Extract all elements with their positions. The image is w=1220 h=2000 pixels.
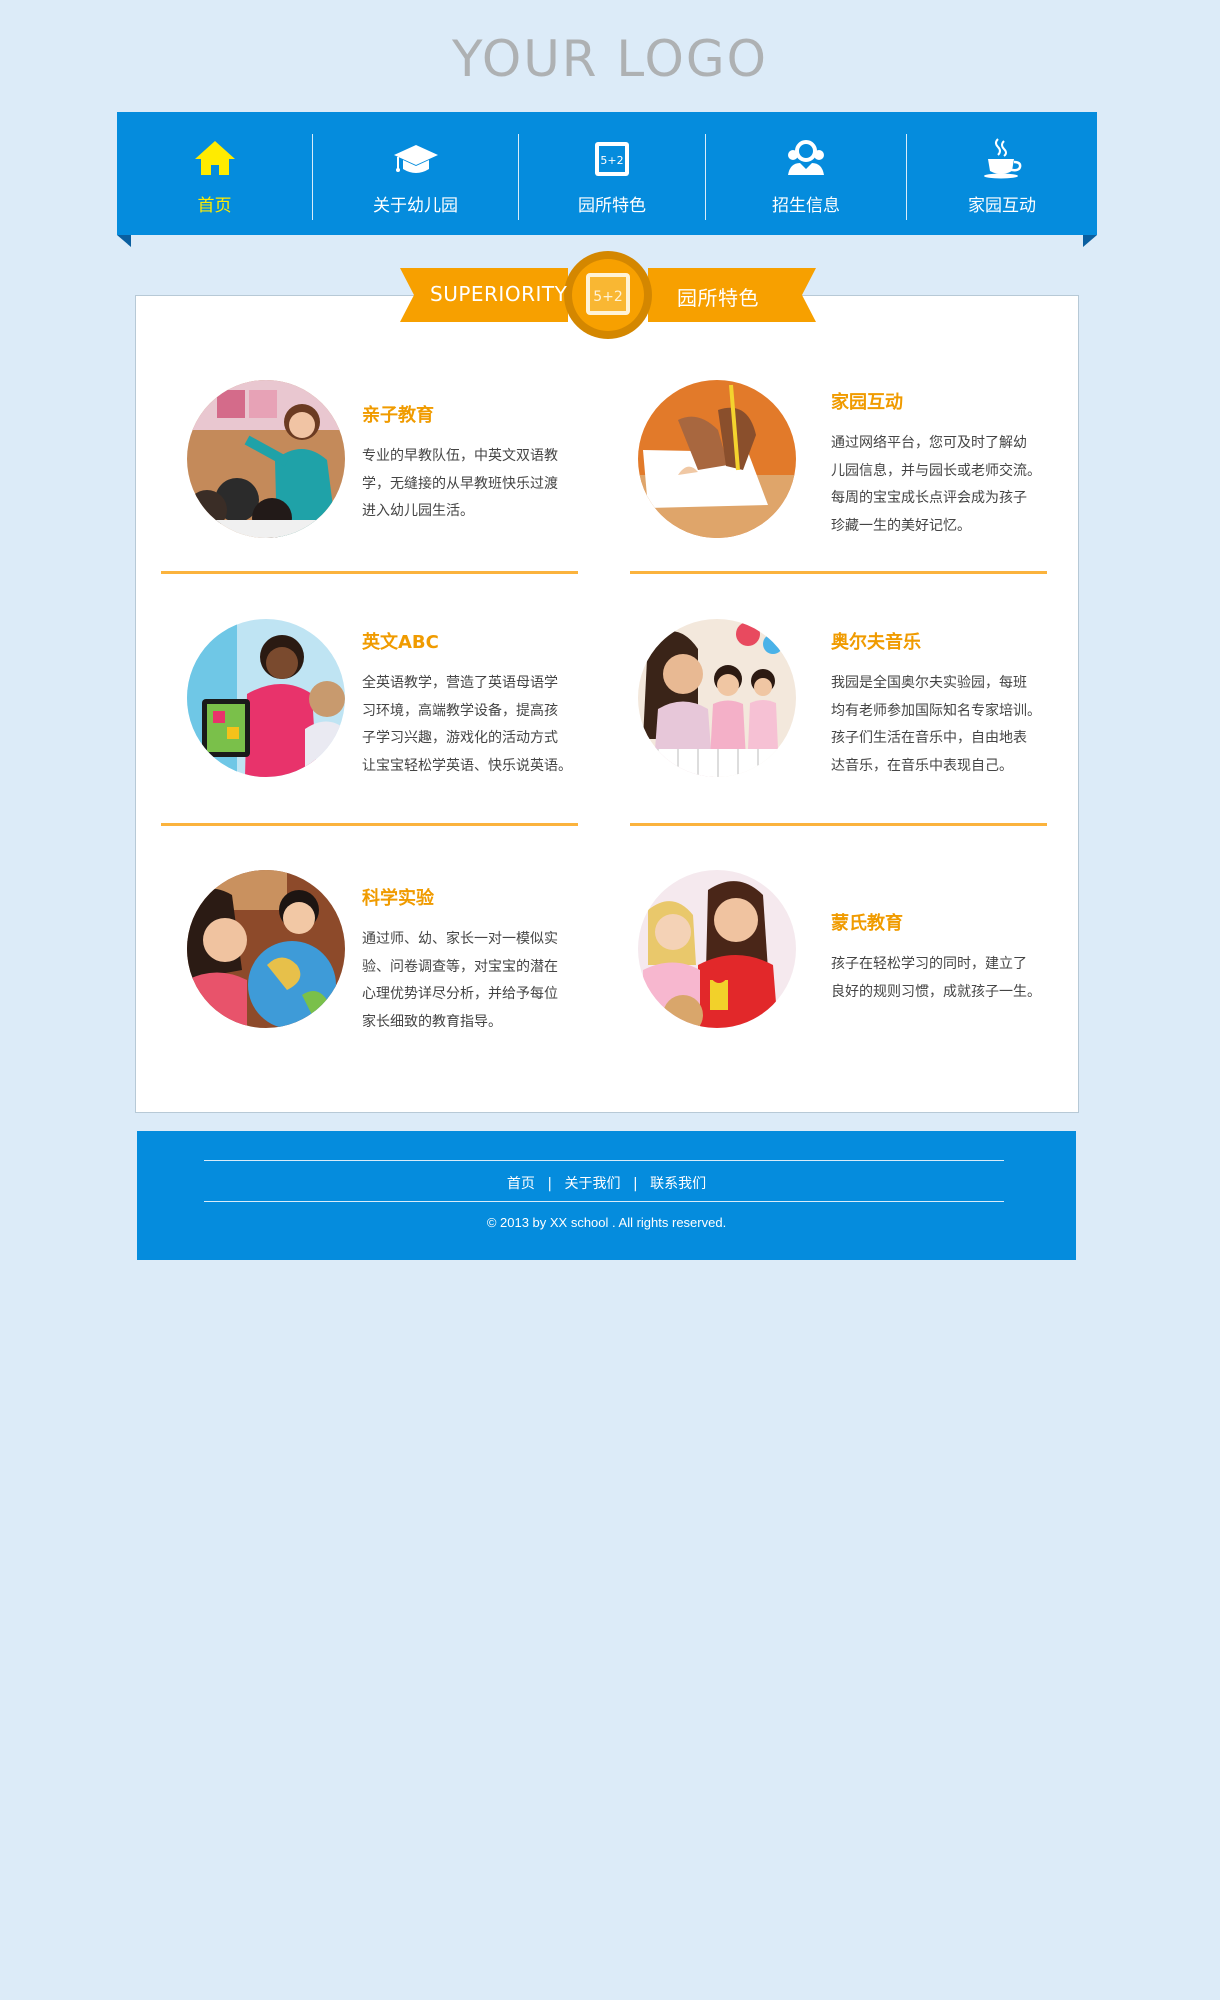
nav-fold-left bbox=[117, 235, 131, 247]
feature-description: 通过网络平台，您可及时了解幼 儿园信息，并与园长或老师交流。 每周的宝宝成长点评会成… bbox=[831, 435, 1041, 534]
feature-description: 通过师、幼、家长一对一模似实 验、问卷调查等，对宝宝的潜在 心理优势详尽分析，并给予… bbox=[362, 931, 558, 1030]
teacher-tablet-photo bbox=[187, 619, 345, 777]
chalkboard-icon: 5+2 bbox=[586, 273, 630, 315]
divider bbox=[630, 571, 1047, 574]
main-nav: 首页 关于幼儿园 5+2 园所特色 招生信息 家园互动 bbox=[117, 112, 1097, 235]
feature-title: 蒙氏教育 bbox=[831, 913, 903, 934]
feature-title: 英文ABC bbox=[362, 632, 439, 653]
teacher-girls-photo bbox=[638, 870, 796, 1028]
nav-item-home[interactable]: 首页 bbox=[117, 112, 312, 235]
section-title-cn: 园所特色 bbox=[677, 286, 759, 310]
divider bbox=[161, 571, 578, 574]
feature-description: 专业的早教队伍，中英文双语教 学，无缝接的从早教班快乐过渡 进入幼儿园生活。 bbox=[362, 448, 558, 519]
footer-link-home[interactable]: 首页 bbox=[507, 1176, 535, 1192]
feature-title: 科学实验 bbox=[362, 888, 434, 909]
feature-description: 全英语教学，营造了英语母语学 习环境，高端教学设备，提高孩 子学习兴趣，游戏化的活动… bbox=[362, 675, 572, 774]
nav-label-about: 关于幼儿园 bbox=[373, 196, 458, 216]
footer-link-about[interactable]: 关于我们 bbox=[565, 1176, 621, 1192]
nav-fold-right bbox=[1083, 235, 1097, 247]
feature-title: 奥尔夫音乐 bbox=[831, 632, 921, 653]
svg-text:5+2: 5+2 bbox=[600, 154, 623, 167]
footer-separator: | bbox=[632, 1176, 638, 1192]
section-title-en: SUPERIORITY bbox=[430, 282, 568, 306]
divider bbox=[161, 823, 578, 826]
site-footer: 首页 | 关于我们 | 联系我们 © 2013 by XX school . A… bbox=[137, 1131, 1076, 1260]
teacher-with-kids-photo bbox=[187, 380, 345, 538]
globe-photo bbox=[187, 870, 345, 1028]
chalkboard-icon: 5+2 bbox=[595, 142, 629, 176]
nav-label-admissions: 招生信息 bbox=[772, 196, 840, 216]
graduation-cap-icon bbox=[393, 145, 438, 173]
home-icon bbox=[194, 141, 235, 175]
site-logo[interactable]: YOUR LOGO bbox=[0, 30, 1220, 88]
nav-item-features[interactable]: 5+2 园所特色 bbox=[519, 112, 705, 235]
users-icon bbox=[788, 140, 824, 175]
feature-description: 孩子在轻松学习的同时，建立了 良好的规则习惯，成就孩子一生。 bbox=[831, 956, 1041, 1000]
nav-item-about[interactable]: 关于幼儿园 bbox=[313, 112, 518, 235]
hands-writing-photo bbox=[638, 380, 796, 538]
feature-description: 我园是全国奥尔夫实验园，每班 均有老师参加国际知名专家培训。 孩子们生活在音乐中，自… bbox=[831, 675, 1041, 774]
footer-links: 首页 | 关于我们 | 联系我们 bbox=[137, 1173, 1076, 1193]
feature-title: 家园互动 bbox=[831, 392, 903, 413]
footer-separator: | bbox=[547, 1176, 553, 1192]
nav-item-interaction[interactable]: 家园互动 bbox=[907, 112, 1097, 235]
footer-divider bbox=[204, 1160, 1004, 1161]
nav-label-features: 园所特色 bbox=[578, 196, 646, 216]
footer-link-contact[interactable]: 联系我们 bbox=[650, 1176, 706, 1192]
footer-divider bbox=[204, 1201, 1004, 1202]
footer-copyright: © 2013 by XX school . All rights reserve… bbox=[486, 1215, 727, 1230]
feature-title: 亲子教育 bbox=[362, 405, 434, 426]
divider bbox=[630, 823, 1047, 826]
badge-text: 5+2 bbox=[593, 289, 623, 305]
nav-label-home: 首页 bbox=[197, 196, 232, 216]
kids-piano-photo bbox=[638, 619, 796, 777]
nav-item-admissions[interactable]: 招生信息 bbox=[706, 112, 906, 235]
coffee-cup-icon bbox=[984, 138, 1022, 179]
nav-label-interaction: 家园互动 bbox=[968, 196, 1036, 216]
